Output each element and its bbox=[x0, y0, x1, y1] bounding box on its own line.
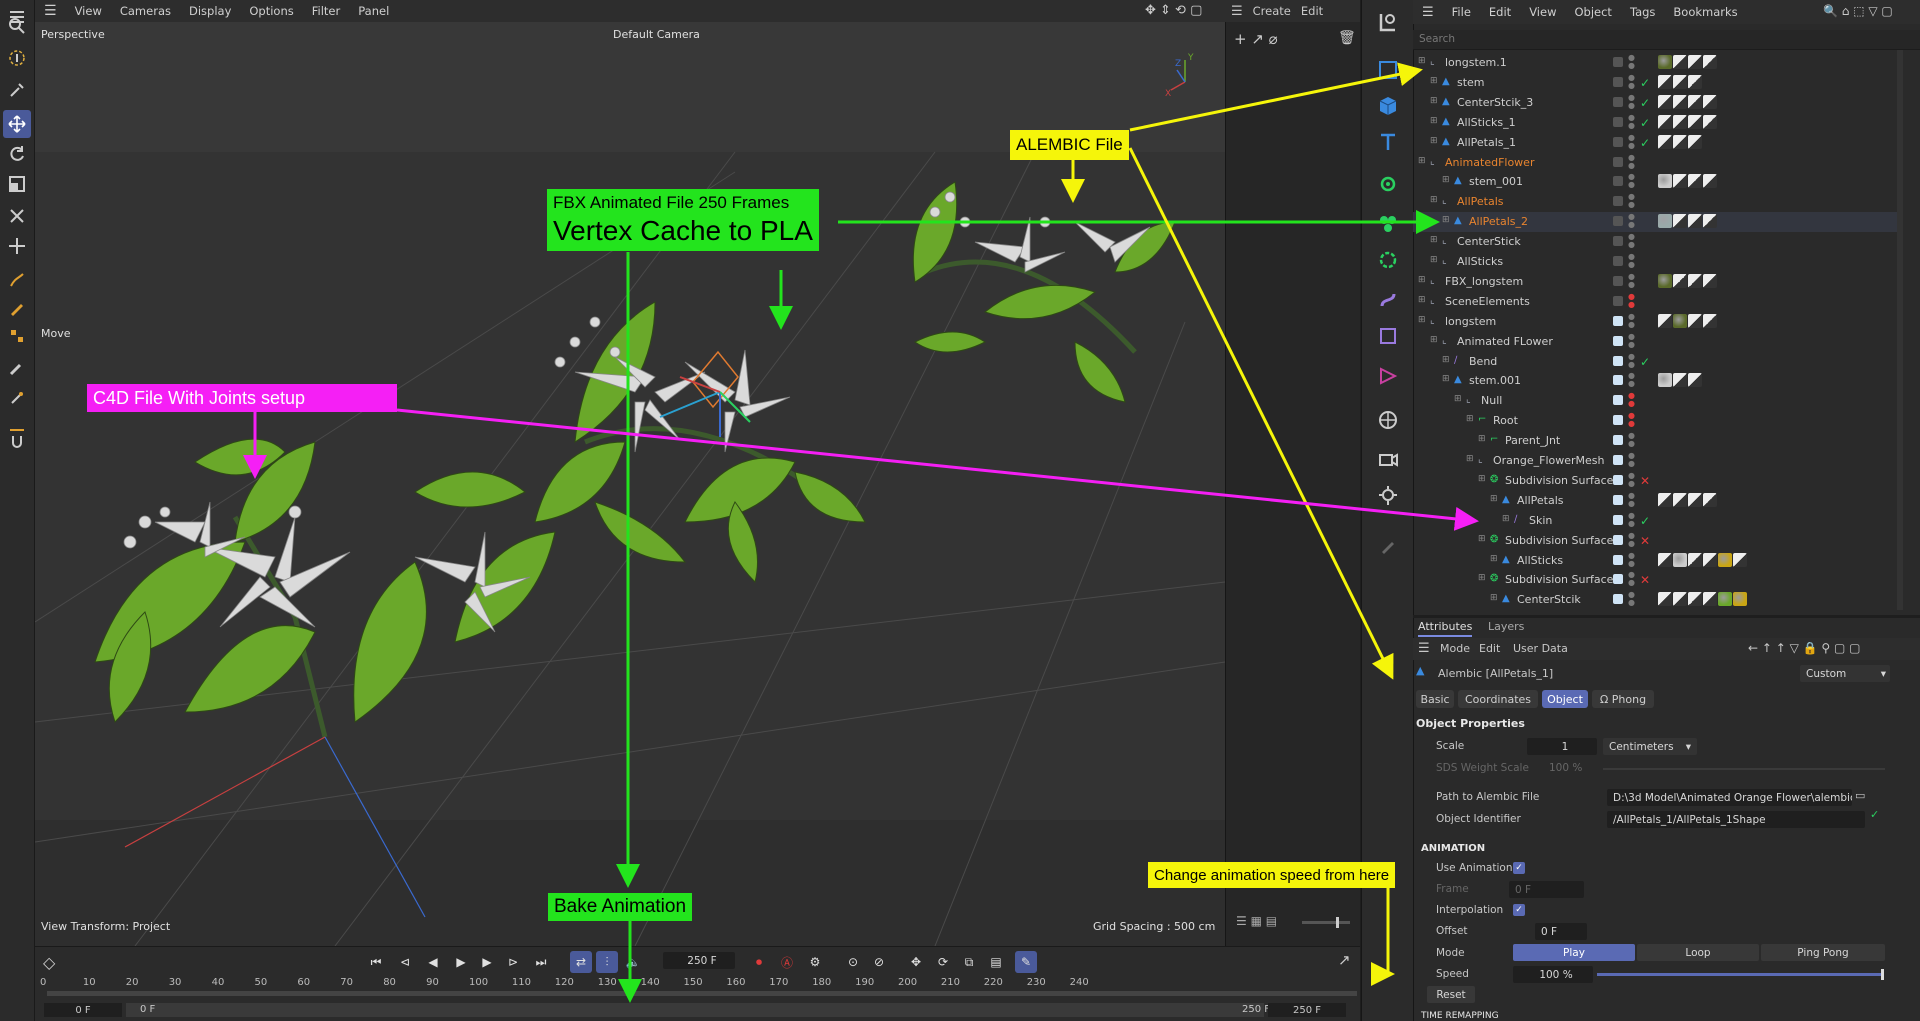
annotation-fbx-line2: Vertex Cache to PLA bbox=[553, 215, 813, 246]
annotation-speed: Change animation speed from here bbox=[1148, 862, 1396, 888]
magenta-arrows bbox=[243, 408, 1479, 531]
annotation-c4d: C4D File With Joints setup bbox=[87, 384, 397, 412]
cinema4d-window: ☰ View Cameras Display Options Filter Pa… bbox=[0, 0, 1920, 1021]
annotation-arrows bbox=[243, 62, 1479, 1003]
annotation-alembic: ALEMBIC File bbox=[1010, 130, 1129, 160]
yellow-arrows bbox=[1061, 62, 1423, 986]
annotation-bake: Bake Animation bbox=[548, 893, 693, 921]
annotation-fbx: FBX Animated File 250 Frames Vertex Cach… bbox=[547, 189, 819, 251]
annotation-fbx-line1: FBX Animated File 250 Frames bbox=[553, 193, 790, 212]
